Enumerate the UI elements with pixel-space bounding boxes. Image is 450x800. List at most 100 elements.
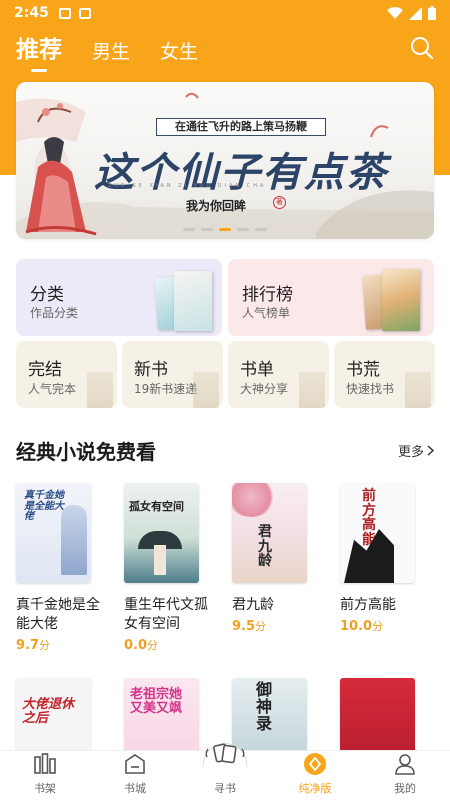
book-score: 9.7分	[16, 637, 91, 653]
finished-deco	[87, 372, 113, 408]
book-title: 真千金她是全能大佬	[16, 597, 100, 632]
status-bar: 2:45	[0, 0, 450, 26]
nav-pure-mode[interactable]: 纯净版	[270, 751, 360, 800]
new-books-title: 新书	[134, 360, 168, 380]
banner-dot[interactable]	[201, 228, 213, 231]
banner-seal: 著	[273, 196, 286, 209]
book-hunt-deco	[405, 372, 431, 408]
nav-find-book[interactable]: 寻书	[180, 742, 270, 800]
bottom-nav: 书架 书城 寻书 纯净版 我的	[0, 742, 450, 800]
tab-recommend[interactable]: 推荐	[16, 30, 62, 64]
chevron-right-icon	[427, 445, 434, 456]
status-time: 2:45	[14, 5, 49, 21]
cover-text: 老祖宗她又美又飒	[130, 687, 183, 716]
wifi-icon	[387, 6, 403, 19]
cover-figure	[61, 505, 87, 575]
category-book-icon	[174, 271, 212, 331]
promo-banner[interactable]: 在通往飞升的路上策马扬鞭 这个仙子有点茶 ZHE GE XIAN ZI YOU …	[16, 82, 434, 239]
search-button[interactable]	[410, 36, 434, 60]
book-score-unit: 分	[255, 620, 267, 633]
book-list-deco	[299, 372, 325, 408]
book-hunt-subtitle: 快速找书	[346, 382, 395, 396]
section-title: 经典小说免费看	[16, 440, 156, 464]
book-title: 重生年代文孤女有空间	[124, 597, 208, 632]
banner-dot-active[interactable]	[219, 228, 231, 231]
ranking-title: 排行榜	[242, 285, 293, 305]
book-cover: 君九龄	[232, 483, 307, 583]
cover-figure	[154, 545, 166, 575]
signal-icon	[409, 6, 422, 20]
tab-male[interactable]: 男生	[92, 37, 130, 64]
more-label: 更多	[397, 445, 424, 460]
book-score-value: 9.7	[16, 638, 40, 653]
banner-dot[interactable]	[255, 228, 267, 231]
banner-title: 这个仙子有点茶	[94, 149, 388, 196]
ranking-subtitle: 人气榜单	[242, 306, 291, 320]
category-title: 分类	[30, 285, 64, 305]
book-cover: 孤女有空间	[124, 483, 199, 583]
nav-bookshelf[interactable]: 书架	[0, 751, 90, 800]
book-title: 前方高能	[340, 597, 396, 613]
nav-label: 书架	[34, 782, 56, 795]
banner-dot[interactable]	[183, 228, 195, 231]
new-books-card[interactable]: 新书 19新书速递	[122, 341, 223, 408]
cover-text: 御神录	[256, 680, 273, 733]
nav-label: 我的	[394, 782, 416, 795]
bookstore-icon	[122, 751, 148, 777]
nav-label: 寻书	[214, 782, 236, 795]
tab-female[interactable]: 女生	[160, 37, 198, 64]
category-card[interactable]: 分类 作品分类	[16, 259, 222, 336]
book-item[interactable]: 真千金她是全能大佬 真千金她是全能大佬 9.7分	[16, 483, 100, 653]
book-item[interactable]: 君九龄 君九龄 9.5分	[232, 483, 307, 634]
nav-bookstore[interactable]: 书城	[90, 751, 180, 800]
find-book-icon	[202, 742, 248, 768]
cover-text: 君九龄	[258, 524, 272, 570]
profile-icon	[392, 751, 418, 777]
new-books-subtitle: 19新书速递	[134, 382, 198, 396]
book-score: 0.0分	[124, 637, 199, 653]
book-cover: 前方高能	[340, 483, 415, 583]
book-item[interactable]: 孤女有空间 重生年代文孤女有空间 0.0分	[124, 483, 208, 653]
book-hunt-card[interactable]: 书荒 快速找书	[334, 341, 435, 408]
finished-title: 完结	[28, 360, 62, 380]
search-icon	[411, 37, 434, 60]
book-cover: 真千金她是全能大佬	[16, 483, 91, 583]
banner-author: 我为你回眸	[186, 199, 247, 213]
top-tabs: 推荐 男生 女生	[16, 30, 198, 64]
nav-profile[interactable]: 我的	[360, 751, 450, 800]
ranking-book-icon	[382, 269, 420, 331]
cover-blossom	[232, 483, 276, 517]
more-link[interactable]: 更多	[398, 441, 434, 460]
banner-pagination	[16, 228, 434, 231]
app-notification-icon	[78, 7, 91, 19]
book-score-unit: 分	[39, 639, 51, 652]
book-score-unit: 分	[372, 620, 384, 633]
book-score-unit: 分	[147, 639, 159, 652]
new-books-deco	[193, 372, 219, 408]
book-score-value: 10.0	[340, 619, 373, 634]
nav-label: 纯净版	[298, 782, 332, 795]
banner-tagline: 在通往飞升的路上策马扬鞭	[156, 118, 326, 136]
battery-icon	[428, 6, 436, 20]
book-score: 9.5分	[232, 618, 307, 634]
ranking-card[interactable]: 排行榜 人气榜单	[228, 259, 434, 336]
bookshelf-icon	[32, 751, 58, 777]
book-score-value: 9.5	[232, 619, 256, 634]
cover-text: 大佬退休之后	[22, 697, 75, 726]
banner-subtitle: ZHE GE XIAN ZI YOU DIAN CHA	[108, 183, 267, 189]
book-hunt-title: 书荒	[346, 360, 380, 380]
category-subtitle: 作品分类	[30, 306, 79, 320]
gallery-notification-icon	[58, 7, 71, 19]
book-title: 君九龄	[232, 597, 274, 613]
finished-card[interactable]: 完结 人气完本	[16, 341, 117, 408]
banner-dot[interactable]	[237, 228, 249, 231]
book-score-value: 0.0	[124, 638, 148, 653]
book-list-card[interactable]: 书单 大神分享	[228, 341, 329, 408]
pure-mode-icon	[302, 751, 328, 777]
book-item[interactable]: 前方高能 前方高能 10.0分	[340, 483, 415, 634]
cover-text: 孤女有空间	[129, 500, 184, 513]
finished-subtitle: 人气完本	[28, 382, 77, 396]
nav-label: 书城	[124, 782, 146, 795]
book-list-subtitle: 大神分享	[240, 382, 289, 396]
book-score: 10.0分	[340, 618, 415, 634]
